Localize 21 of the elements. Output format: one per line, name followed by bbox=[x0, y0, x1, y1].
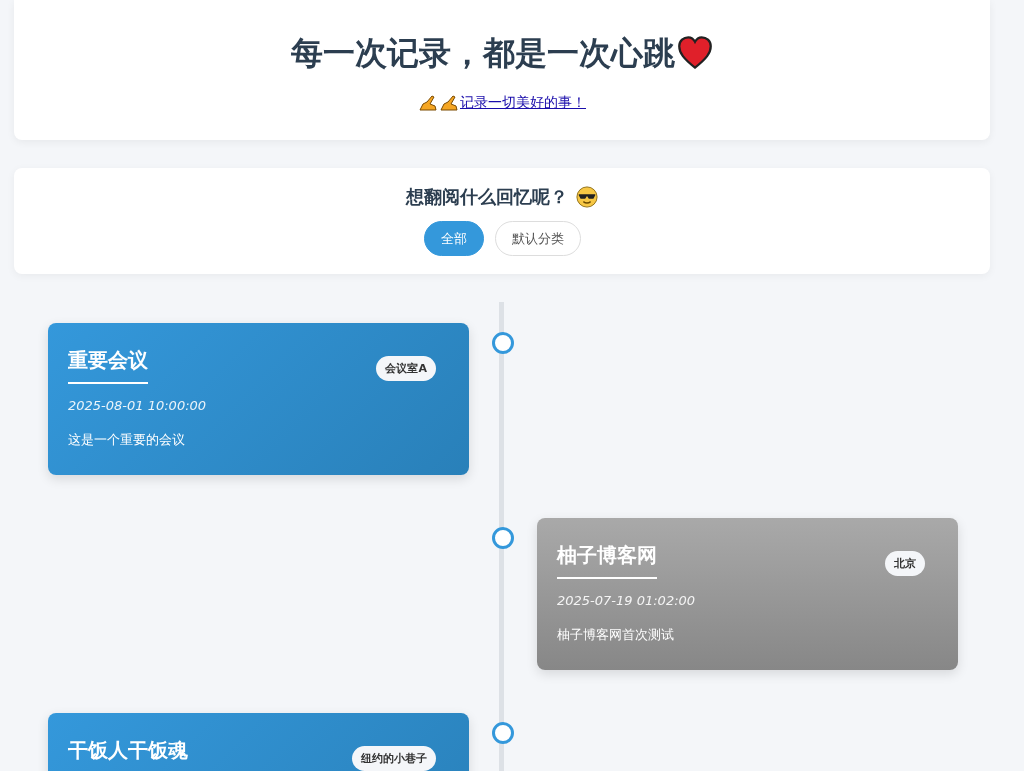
subtitle-link[interactable]: 记录一切美好的事！ bbox=[460, 94, 586, 112]
event-description: 柚子博客网首次测试 bbox=[557, 626, 675, 644]
filter-title: 想翻阅什么回忆呢？ bbox=[406, 185, 568, 209]
event-title: 柚子博客网 bbox=[557, 542, 657, 579]
sunglasses-face-icon bbox=[576, 186, 598, 208]
location-tag: 北京 bbox=[885, 551, 925, 576]
location-tag: 会议室A bbox=[376, 356, 436, 381]
location-tag: 纽约的小巷子 bbox=[352, 746, 436, 771]
event-date: 2025-08-01 10:00:00 bbox=[68, 398, 208, 413]
writing-hand-icon bbox=[439, 95, 459, 111]
timeline-dot bbox=[492, 722, 514, 744]
timeline-dot bbox=[492, 332, 514, 354]
writing-hand-icon bbox=[418, 95, 438, 111]
timeline-dot bbox=[492, 527, 514, 549]
event-date: 2025-07-19 01:02:00 bbox=[557, 593, 697, 608]
event-title: 干饭人干饭魂 bbox=[68, 737, 188, 771]
event-title: 重要会议 bbox=[68, 347, 148, 384]
heart-icon bbox=[677, 36, 713, 70]
category-button[interactable]: 默认分类 bbox=[494, 221, 581, 256]
event-description: 这是一个重要的会议 bbox=[68, 431, 186, 449]
page-title: 每一次记录，都是一次心跳 bbox=[291, 33, 675, 74]
